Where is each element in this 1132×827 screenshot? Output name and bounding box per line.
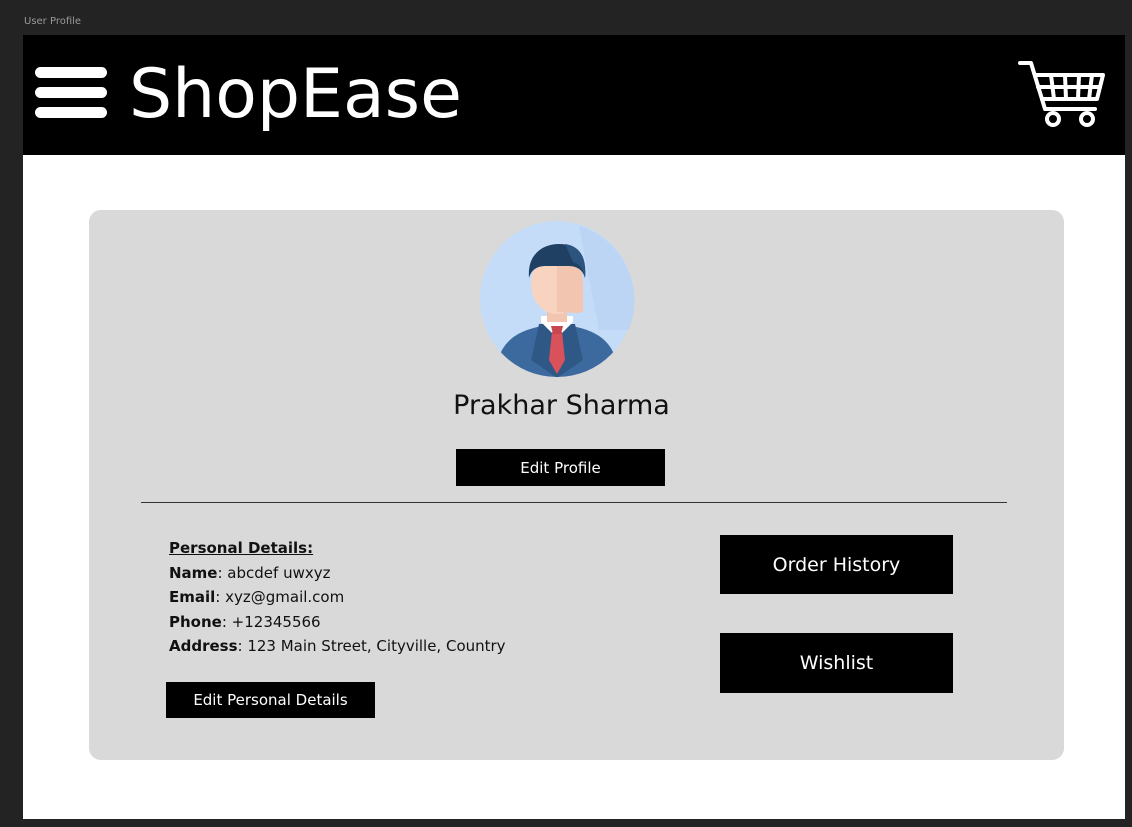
- app-header: ShopEase: [23, 35, 1125, 155]
- detail-email: Email: xyz@gmail.com: [169, 585, 506, 610]
- profile-card: Prakhar Sharma Edit Profile Personal Det…: [89, 210, 1064, 760]
- app-frame: ShopEase Prakhar Sharma Edit Profile Per…: [23, 35, 1125, 819]
- detail-phone-label: Phone: [169, 612, 222, 631]
- detail-phone-value: : +12345566: [221, 612, 321, 631]
- detail-phone: Phone: +12345566: [169, 610, 506, 635]
- detail-address-label: Address: [169, 637, 238, 655]
- detail-email-value: : xyz@gmail.com: [215, 588, 345, 606]
- order-history-button[interactable]: Order History: [720, 535, 953, 594]
- detail-address: Address: 123 Main Street, Cityville, Cou…: [169, 634, 506, 659]
- avatar[interactable]: [479, 220, 635, 378]
- hamburger-menu-icon[interactable]: [35, 65, 109, 123]
- edit-profile-button[interactable]: Edit Profile: [456, 449, 665, 486]
- personal-details: Personal Details: Name: abcdef uwxyz Ema…: [169, 536, 506, 659]
- wishlist-button[interactable]: Wishlist: [720, 633, 953, 693]
- detail-name: Name: abcdef uwxyz: [169, 561, 506, 586]
- personal-details-heading: Personal Details:: [169, 539, 314, 557]
- edit-personal-details-button[interactable]: Edit Personal Details: [166, 682, 375, 718]
- detail-name-value: : abcdef uwxyz: [217, 563, 331, 582]
- window-title: User Profile: [24, 16, 82, 27]
- detail-name-label: Name: [169, 563, 218, 582]
- detail-email-label: Email: [169, 588, 216, 606]
- user-name: Prakhar Sharma: [453, 390, 670, 421]
- detail-address-value: : 123 Main Street, Cityville, Country: [237, 637, 506, 655]
- shopping-cart-icon[interactable]: [1017, 57, 1109, 129]
- divider: [141, 502, 1007, 503]
- brand-logo[interactable]: ShopEase: [129, 53, 462, 137]
